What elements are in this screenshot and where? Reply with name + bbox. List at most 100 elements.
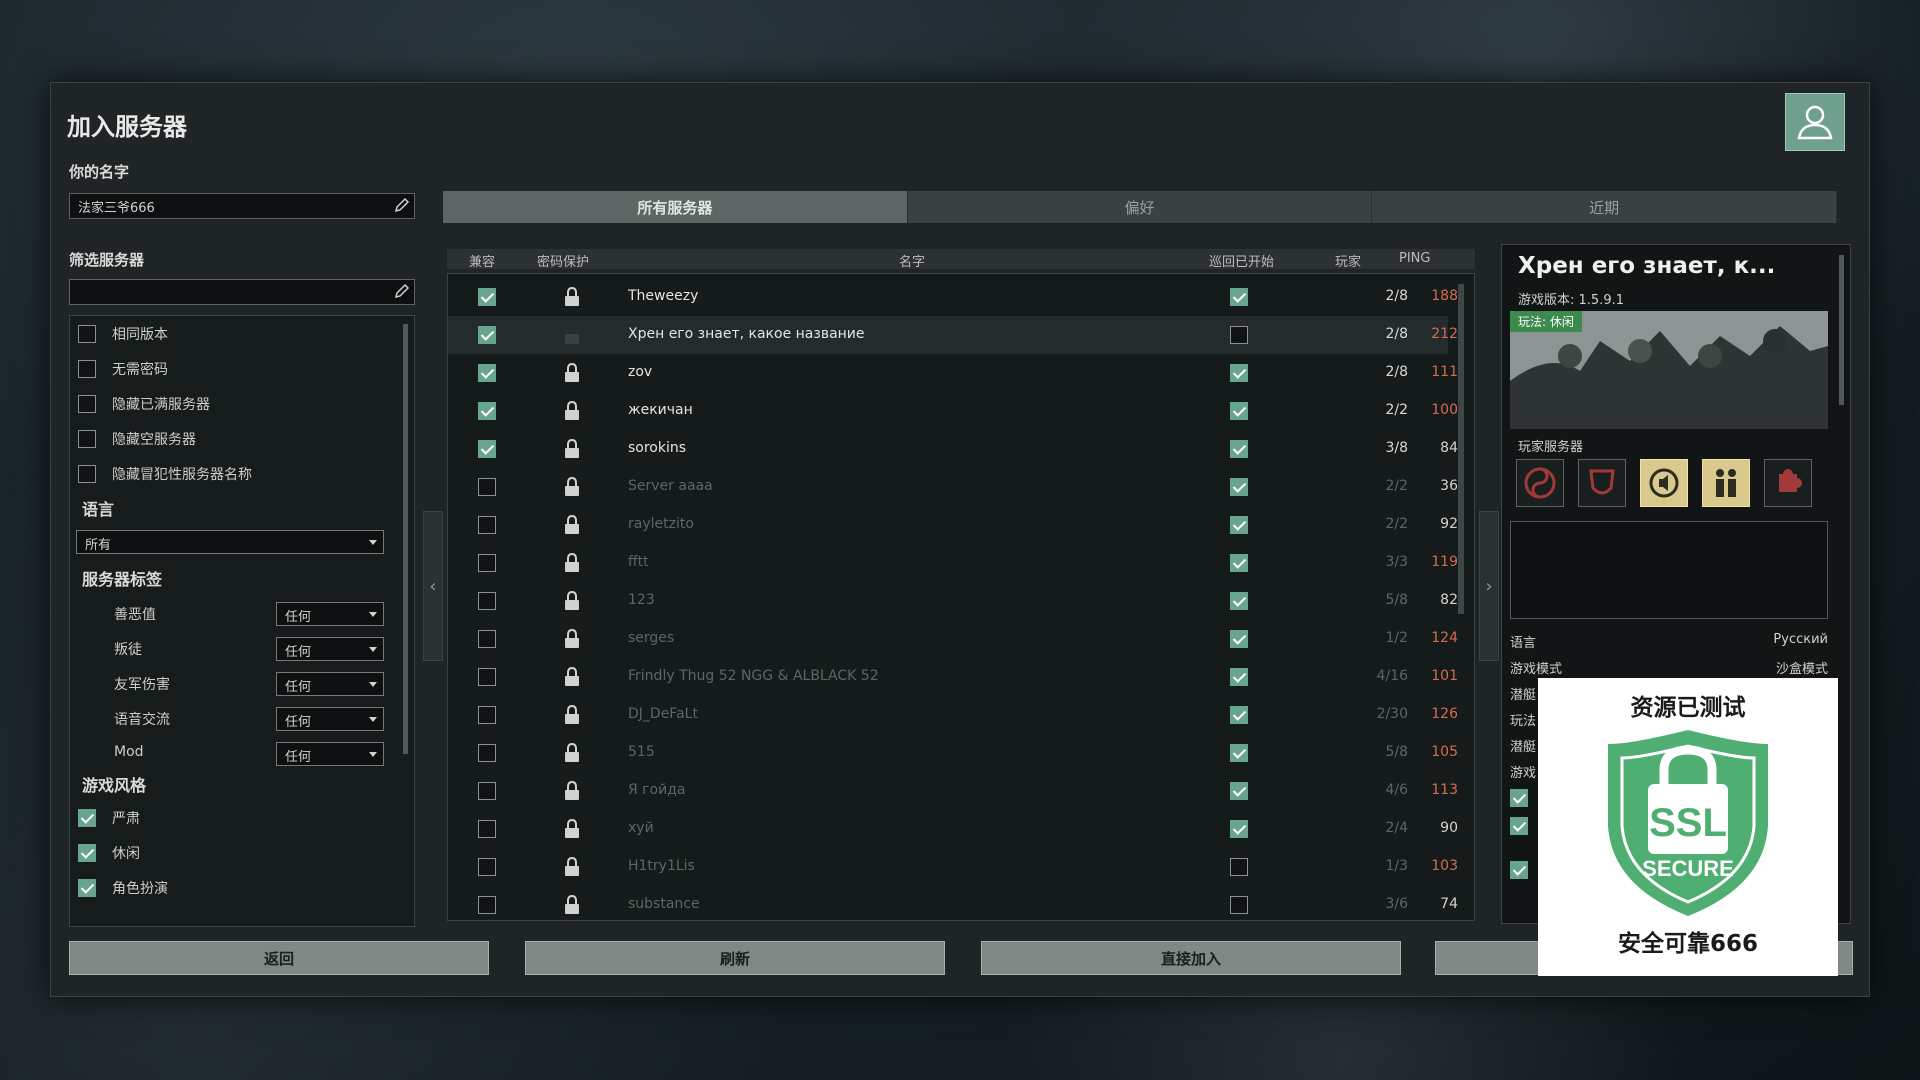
server-row[interactable]: Frindly Thug 52 NGG & ALBLACK 52 4/16 101 [448,658,1458,696]
lock-icon [565,895,579,914]
refresh-button[interactable]: 刷新 [525,941,945,975]
server-title: Хрен его знает, к... [1518,253,1776,279]
server-tag-dropdown[interactable]: 任何 [276,742,384,766]
tab-all-servers[interactable]: 所有服务器 [443,191,908,223]
server-row[interactable]: Я гойда 4/6 113 [448,772,1458,810]
detail-gamemode-value: 沙盒模式 [1775,662,1828,677]
pencil-icon[interactable] [394,283,410,299]
lock-icon [565,667,579,686]
checkbox[interactable] [78,395,96,413]
server-tag-label: 友军伤害 [114,677,170,693]
server-row[interactable]: жекичан 2/2 100 [448,392,1458,430]
server-tag-value: 任何 [285,715,312,730]
filter-option[interactable]: 隐藏冒犯性服务器名称 [78,464,252,484]
checkbox[interactable] [78,325,96,343]
game-style-option[interactable]: 休闲 [78,843,140,863]
filter-option[interactable]: 隐藏空服务器 [78,429,196,449]
server-row[interactable]: хуй 2/4 90 [448,810,1458,848]
server-ping: 82 [1440,592,1458,608]
col-players[interactable]: 玩家 [1335,251,1361,270]
server-row[interactable]: Server aaaa 2/2 36 [448,468,1458,506]
checkbox[interactable] [78,844,96,862]
server-tag-dropdown[interactable]: 任何 [276,672,384,696]
server-row[interactable]: H1try1Lis 1/3 103 [448,848,1458,886]
server-players: 1/2 [1385,630,1408,646]
checkbox[interactable] [78,879,96,897]
server-name: 515 [628,744,655,760]
server-row[interactable]: zov 2/8 111 [448,354,1458,392]
col-ping[interactable]: PING [1399,251,1430,266]
lock-icon [565,363,579,382]
compat-checkbox [478,554,496,572]
filter-option[interactable]: 隐藏已满服务器 [78,394,210,414]
filter-scrollbar[interactable] [403,324,408,754]
detail-gamemode-label: 游戏模式 [1510,662,1563,677]
details-scrollbar[interactable] [1839,255,1844,405]
language-dropdown[interactable]: 所有 [76,530,384,554]
server-ping: 188 [1431,288,1458,304]
server-name: serges [628,630,675,646]
server-list-scrollbar[interactable] [1458,284,1464,614]
server-row[interactable]: rayletzito 2/2 92 [448,506,1458,544]
server-ping: 124 [1431,630,1458,646]
detail-language-value: Русский [1773,632,1828,647]
server-row[interactable]: serges 1/2 124 [448,620,1458,658]
lock-icon [565,287,579,306]
round-started-checkbox [1230,440,1248,458]
col-password[interactable]: 密码保护 [537,251,589,270]
server-players: 3/3 [1385,554,1408,570]
your-name-value: 法家三爷666 [78,201,155,216]
server-tag-label: 语音交流 [114,712,170,728]
pencil-icon[interactable] [394,197,410,213]
friendly-fire-icon [1702,459,1750,507]
server-ping: 105 [1431,744,1458,760]
direct-join-button[interactable]: 直接加入 [981,941,1401,975]
server-row[interactable]: fftt 3/3 119 [448,544,1458,582]
compat-checkbox [478,364,496,382]
server-ping: 92 [1440,516,1458,532]
server-row[interactable]: 515 5/8 105 [448,734,1458,772]
back-button[interactable]: 返回 [69,941,489,975]
server-row[interactable]: Хрен его знает, какое название 2/8 212 [448,316,1458,354]
round-started-checkbox [1230,516,1248,534]
col-compat[interactable]: 兼容 [469,251,495,270]
server-name: жекичан [628,402,693,418]
checkbox[interactable] [78,465,96,483]
collapse-left-button[interactable]: ‹ [423,511,443,661]
server-tag-dropdown[interactable]: 任何 [276,707,384,731]
server-players: 2/2 [1385,516,1408,532]
compat-checkbox [478,478,496,496]
profile-button[interactable] [1785,93,1845,151]
tab-favorites[interactable]: 偏好 [907,191,1373,223]
table-header: 兼容 密码保护 名字 巡回已开始 玩家 PING [447,249,1475,270]
round-started-checkbox [1230,858,1248,876]
expand-right-button[interactable]: › [1479,511,1499,661]
col-round-started[interactable]: 巡回已开始 [1209,251,1274,270]
lock-icon [565,477,579,496]
server-row[interactable]: substance 3/6 74 [448,886,1458,920]
checkbox[interactable] [78,360,96,378]
server-row[interactable]: Theweezy 2/8 188 [448,278,1458,316]
game-style-option[interactable]: 严肃 [78,808,140,828]
your-name-input[interactable]: 法家三爷666 [69,193,415,219]
filter-option[interactable]: 相同版本 [78,324,168,344]
col-name[interactable]: 名字 [899,251,925,270]
compat-checkbox [478,630,496,648]
window-title: 加入服务器 [67,113,187,141]
server-tag-dropdown[interactable]: 任何 [276,637,384,661]
server-row[interactable]: DJ_DeFaLt 2/30 126 [448,696,1458,734]
checkbox[interactable] [78,430,96,448]
checkbox[interactable] [78,809,96,827]
server-name: zov [628,364,653,380]
server-name: Server aaaa [628,478,713,494]
server-row[interactable]: 123 5/8 82 [448,582,1458,620]
filter-option[interactable]: 无需密码 [78,359,168,379]
round-started-checkbox [1230,630,1248,648]
server-row[interactable]: sorokins 3/8 84 [448,430,1458,468]
filter-search-input[interactable] [69,279,415,305]
game-style-option[interactable]: 角色扮演 [78,878,168,898]
server-ping: 74 [1440,896,1458,912]
server-tag-dropdown[interactable]: 任何 [276,602,384,626]
tab-recent[interactable]: 近期 [1372,191,1838,223]
server-list: Theweezy 2/8 188 Хрен его знает, какое назв… [447,273,1475,921]
